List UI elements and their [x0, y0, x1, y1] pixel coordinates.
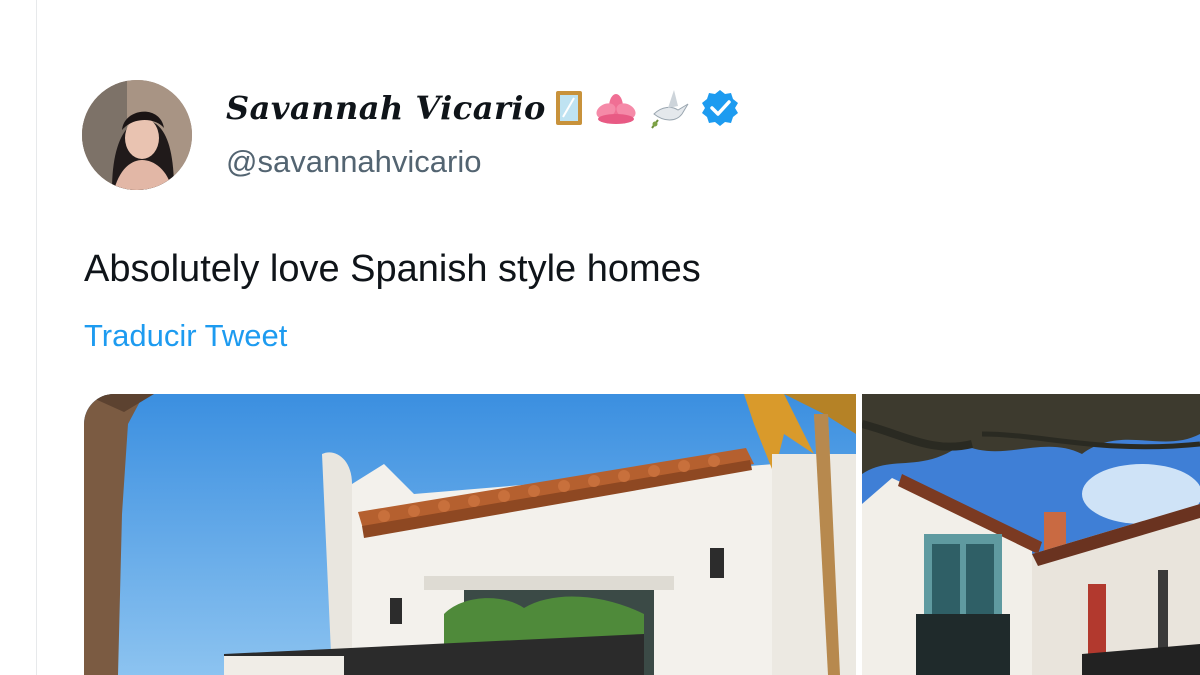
display-name-row[interactable]: Savannah Vicario	[226, 86, 740, 130]
handle[interactable]: @savannahvicario	[226, 144, 482, 180]
courtyard-house-photo[interactable]	[862, 394, 1200, 675]
mirror-icon	[554, 89, 584, 127]
avatar-image	[82, 80, 192, 190]
dove-icon	[648, 86, 692, 130]
display-name[interactable]: Savannah Vicario	[226, 89, 546, 127]
spanish-house-photo[interactable]	[84, 394, 856, 675]
lotus-icon	[592, 91, 640, 125]
avatar[interactable]	[82, 80, 192, 190]
tweet-text: Absolutely love Spanish style homes	[84, 248, 701, 290]
translate-tweet-link[interactable]: Traducir Tweet	[84, 318, 287, 354]
tweet[interactable]: Savannah Vicario @savannahvicario Absolu…	[0, 0, 1200, 675]
tweet-media[interactable]	[84, 394, 1200, 675]
verified-badge-icon[interactable]	[700, 88, 740, 128]
